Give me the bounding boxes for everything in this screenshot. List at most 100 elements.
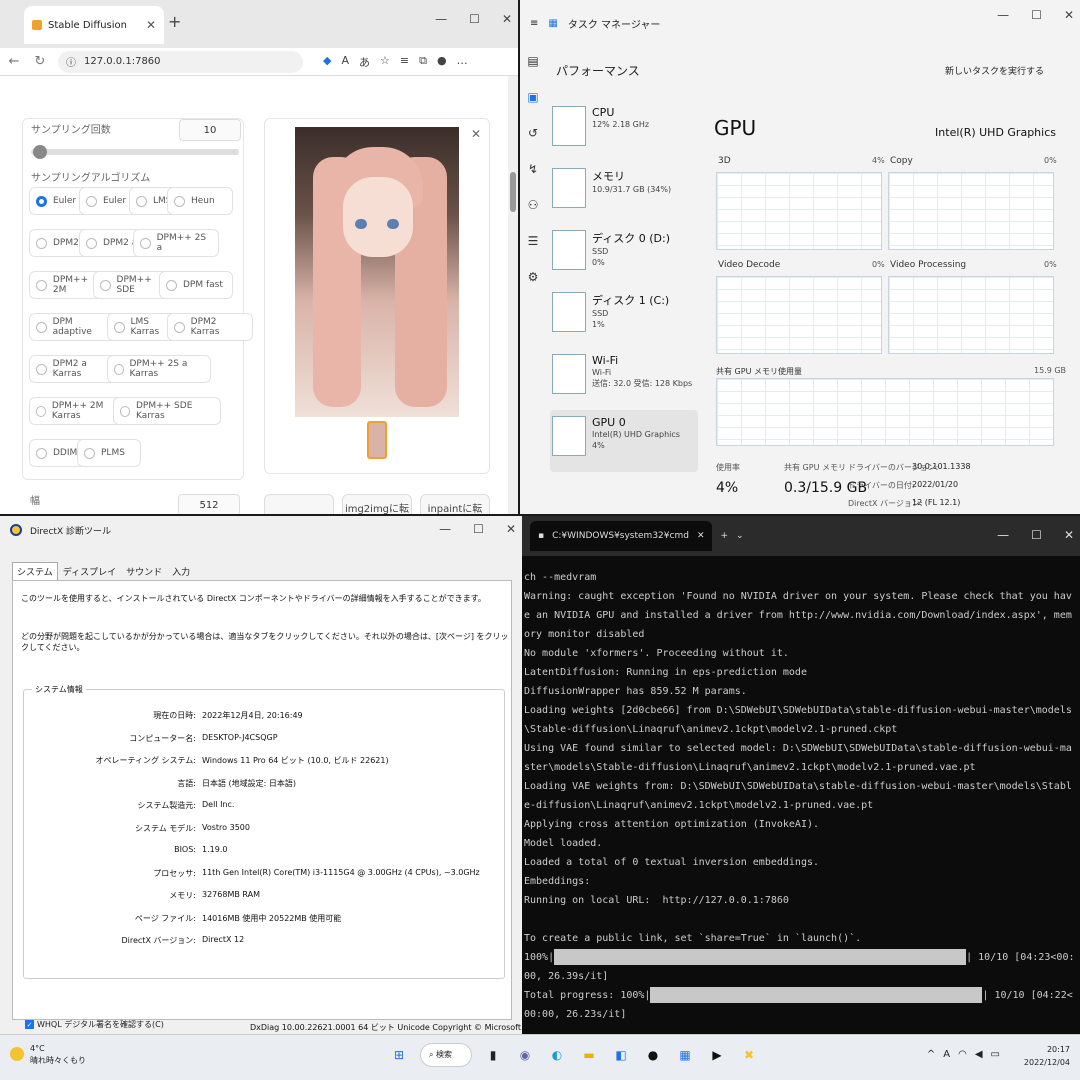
maximize-icon[interactable]: ☐ <box>1031 528 1042 542</box>
radio-icon[interactable] <box>36 321 47 333</box>
graph-label[interactable]: Video Processing <box>890 260 966 270</box>
radio-icon[interactable] <box>36 363 47 375</box>
new-tab-icon[interactable]: + <box>168 12 181 31</box>
maximize-icon[interactable]: ☐ <box>473 522 484 536</box>
maximize-icon[interactable]: ☐ <box>469 12 480 26</box>
graph-label[interactable]: Video Decode <box>718 260 780 270</box>
whql-checkbox[interactable]: ✓ WHQL デジタル署名を確認する(C) <box>25 1019 164 1030</box>
cmd-tab[interactable]: ▪ C:¥WINDOWS¥system32¥cmd ✕ <box>530 521 713 551</box>
volume-icon[interactable]: ◀ <box>975 1049 983 1060</box>
processes-icon[interactable]: ▤ <box>527 54 538 68</box>
startup-icon[interactable]: ↯ <box>528 162 538 176</box>
task-manager-taskbar-icon[interactable]: ▦ <box>674 1044 696 1066</box>
dell-icon[interactable]: ● <box>642 1044 664 1066</box>
graph-label[interactable]: Copy <box>890 156 913 166</box>
sampler-option[interactable]: DPM++ 2S a Karras <box>107 355 211 383</box>
minimize-icon[interactable]: — <box>997 528 1009 542</box>
tm-item[interactable]: GPU 0 Intel(R) UHD Graphics 4% <box>550 410 698 472</box>
radio-icon[interactable] <box>86 237 97 249</box>
img2img-button[interactable]: img2imgに転 <box>342 494 412 514</box>
read-aloud-icon[interactable]: A <box>341 54 349 70</box>
collections-icon[interactable]: ⧉ <box>419 54 427 70</box>
slider-knob[interactable] <box>33 145 47 159</box>
clock[interactable]: 20:17 2022/12/04 <box>1024 1043 1070 1069</box>
maximize-icon[interactable]: ☐ <box>1031 8 1042 22</box>
radio-icon[interactable] <box>120 405 130 417</box>
page-scrollbar[interactable] <box>508 76 518 514</box>
sampling-steps-input[interactable]: 10 <box>179 119 241 141</box>
dropdown-icon[interactable]: ⌄ <box>736 531 744 541</box>
tm-item[interactable]: ディスク 0 (D:) SSD 0% <box>550 224 698 286</box>
shield-icon[interactable]: ◆ <box>323 54 331 70</box>
task-view-icon[interactable]: ▮ <box>482 1044 504 1066</box>
edge-icon[interactable]: ◐ <box>546 1044 568 1066</box>
width-input[interactable]: 512 <box>178 494 240 514</box>
address-bar[interactable]: ⓘ 127.0.0.1:7860 <box>58 50 303 73</box>
dxdiag-taskbar-icon[interactable]: ✖ <box>738 1044 760 1066</box>
radio-icon[interactable] <box>36 405 46 417</box>
hamburger-menu-icon[interactable]: ≡ <box>530 18 538 29</box>
tm-item[interactable]: メモリ 10.9/31.7 GB (34%) <box>550 162 698 224</box>
more-icon[interactable]: … <box>457 54 468 70</box>
profile-avatar-icon[interactable]: ● <box>437 54 447 70</box>
sampler-option[interactable]: Heun <box>167 187 233 215</box>
services-icon[interactable]: ⚙ <box>528 270 539 284</box>
terminal-icon[interactable]: ▶ <box>706 1044 728 1066</box>
refresh-icon[interactable]: ↻ <box>32 54 48 69</box>
graph-label[interactable]: 3D <box>718 156 731 166</box>
radio-icon[interactable] <box>114 321 125 333</box>
radio-icon[interactable] <box>174 321 185 333</box>
new-task-button[interactable]: 新しいタスクを実行する <box>945 64 1044 77</box>
radio-icon[interactable] <box>100 279 111 291</box>
close-window-icon[interactable]: ✕ <box>506 522 516 536</box>
sampler-option[interactable]: PLMS <box>77 439 141 467</box>
chevron-up-icon[interactable]: ^ <box>927 1049 935 1060</box>
weather-widget[interactable]: 4°C 晴れ時々くもり <box>10 1043 86 1067</box>
close-window-icon[interactable]: ✕ <box>502 12 512 26</box>
inpaint-button[interactable]: inpaintに転 <box>420 494 490 514</box>
new-tab-icon[interactable]: + <box>720 531 728 541</box>
radio-icon[interactable] <box>140 237 151 249</box>
image-thumbnail[interactable] <box>367 421 387 459</box>
browser-tab[interactable]: Stable Diffusion ✕ <box>24 6 164 44</box>
dx-tab[interactable]: 入力 <box>167 562 195 581</box>
performance-icon[interactable]: ▣ <box>527 90 538 104</box>
dx-tab[interactable]: サウンド <box>121 562 167 581</box>
details-icon[interactable]: ☰ <box>528 234 539 248</box>
chat-icon[interactable]: ◉ <box>514 1044 536 1066</box>
store-icon[interactable]: ◧ <box>610 1044 632 1066</box>
radio-icon[interactable] <box>36 279 47 291</box>
sampler-option[interactable]: DPM++ 2S a <box>133 229 219 257</box>
radio-icon[interactable] <box>84 447 95 459</box>
close-icon[interactable]: ✕ <box>697 531 705 541</box>
translate-icon[interactable]: あ <box>359 54 370 70</box>
generated-image[interactable] <box>295 127 459 417</box>
users-icon[interactable]: ⚇ <box>528 198 539 212</box>
dx-tab[interactable]: ディスプレイ <box>58 562 121 581</box>
radio-icon[interactable] <box>36 195 47 207</box>
sampling-steps-slider[interactable] <box>31 145 239 159</box>
ime-icon[interactable]: A <box>943 1049 950 1060</box>
app-history-icon[interactable]: ↺ <box>528 126 538 140</box>
minimize-icon[interactable]: — <box>997 8 1009 22</box>
cmd-output[interactable]: ch --medvram Warning: caught exception 'F… <box>524 568 1076 1024</box>
start-icon[interactable]: ⊞ <box>388 1044 410 1066</box>
sampler-option[interactable]: DPM++ SDE Karras <box>113 397 221 425</box>
radio-icon[interactable] <box>36 447 47 459</box>
tm-item[interactable]: ディスク 1 (C:) SSD 1% <box>550 286 698 348</box>
file-explorer-icon[interactable]: ▬ <box>578 1044 600 1066</box>
tm-item[interactable]: Wi-Fi Wi-Fi 送信: 32.0 受信: 128 Kbps <box>550 348 698 410</box>
close-image-icon[interactable]: ✕ <box>471 127 481 141</box>
radio-icon[interactable] <box>114 363 124 375</box>
sampler-option[interactable]: DPM2 Karras <box>167 313 253 341</box>
dx-tab[interactable]: システム <box>12 562 58 581</box>
minimize-icon[interactable]: — <box>435 12 447 26</box>
battery-icon[interactable]: ▭ <box>991 1049 1000 1060</box>
radio-icon[interactable] <box>166 279 177 291</box>
close-icon[interactable]: ✕ <box>146 18 156 32</box>
folder-button[interactable] <box>264 494 334 514</box>
radio-icon[interactable] <box>86 195 97 207</box>
sampler-option[interactable]: DPM adaptive <box>29 313 119 341</box>
radio-icon[interactable] <box>36 237 47 249</box>
close-window-icon[interactable]: ✕ <box>1064 528 1074 542</box>
